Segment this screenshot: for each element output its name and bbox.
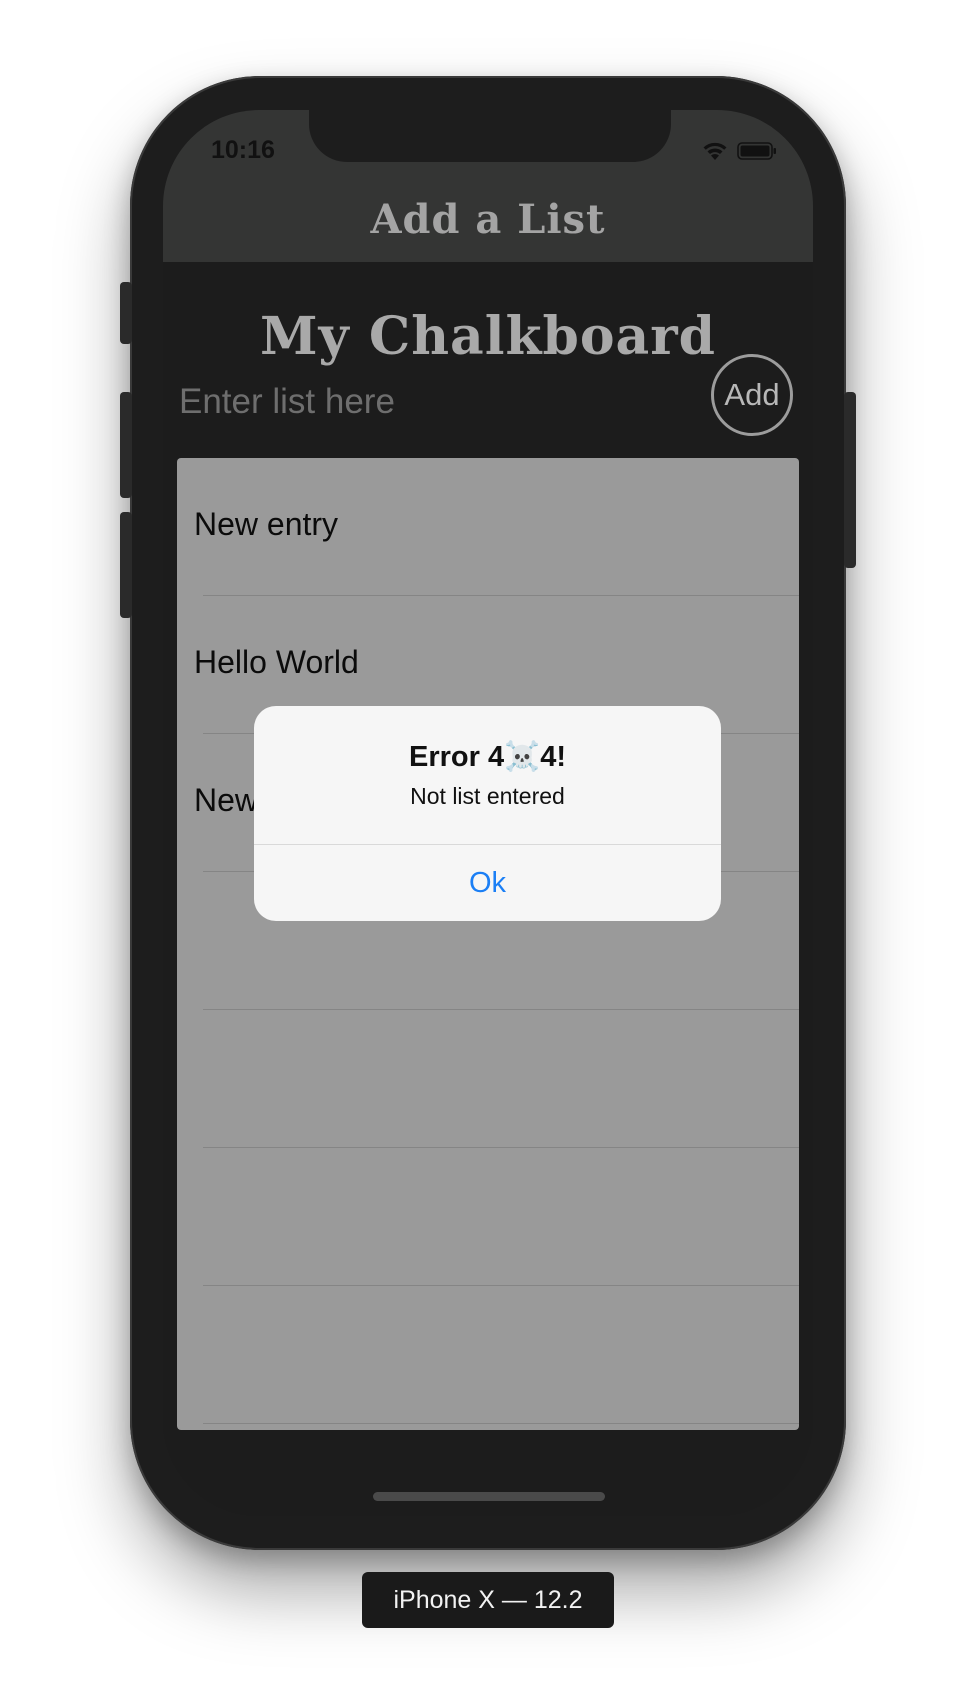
status-time: 10:16 bbox=[211, 136, 275, 164]
ok-button[interactable]: Ok bbox=[254, 845, 721, 921]
power-button bbox=[844, 392, 856, 568]
alert-title: Error 4☠️4! bbox=[409, 741, 566, 773]
list-item-label: New entry bbox=[194, 506, 339, 542]
simulator-stage: 10:16 Add a List My Chalkboard Add N bbox=[0, 0, 976, 1700]
status-icons bbox=[701, 140, 777, 162]
device-label: iPhone X — 12.2 bbox=[362, 1572, 614, 1628]
list-item[interactable] bbox=[177, 1148, 799, 1286]
navigation-bar: 10:16 Add a List bbox=[163, 110, 813, 262]
add-button[interactable]: Add bbox=[711, 354, 793, 436]
list-item[interactable] bbox=[177, 1286, 799, 1424]
volume-up-button bbox=[120, 392, 132, 498]
battery-icon bbox=[737, 142, 776, 160]
list-item-label: Hello World bbox=[194, 644, 359, 680]
wifi-icon bbox=[703, 142, 727, 160]
mute-switch bbox=[120, 282, 132, 344]
alert-message: Not list entered bbox=[410, 783, 565, 809]
error-alert-dialog: Error 4☠️4! Not list entered Ok bbox=[254, 706, 721, 921]
notch bbox=[309, 110, 671, 162]
list-item[interactable] bbox=[177, 1010, 799, 1148]
home-indicator[interactable] bbox=[373, 1492, 605, 1501]
page-title: My Chalkboard bbox=[259, 306, 717, 367]
volume-down-button bbox=[120, 512, 132, 618]
list-entry-input[interactable] bbox=[179, 376, 659, 428]
nav-title: Add a List bbox=[370, 196, 606, 243]
row-separator bbox=[203, 1423, 799, 1424]
list-item[interactable]: New entry bbox=[177, 458, 799, 596]
list-table[interactable]: New entry Hello World New entry bbox=[177, 458, 799, 1430]
